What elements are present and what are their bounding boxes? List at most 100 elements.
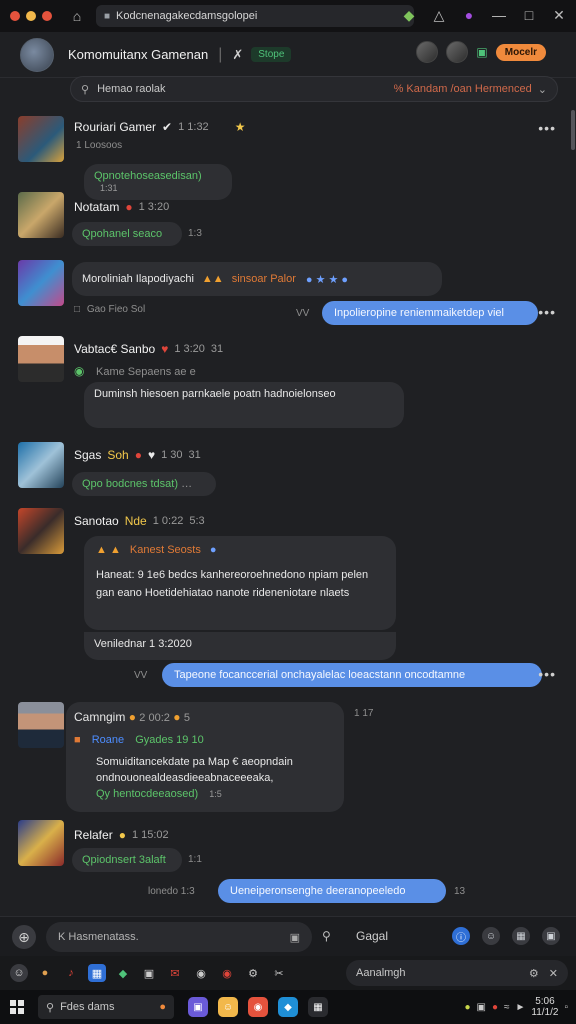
- search-bar[interactable]: ⚲ Hemao raolak % Kandam /oan Hermenced ⌄: [70, 76, 558, 102]
- close-icon[interactable]: ✕: [549, 967, 558, 980]
- message-bubble[interactable]: Qpohanel seaco: [72, 222, 182, 246]
- scrollbar[interactable]: [571, 110, 575, 150]
- cookie-icon[interactable]: ●: [36, 964, 54, 982]
- maximize-dot[interactable]: [42, 11, 52, 21]
- avatar[interactable]: [18, 820, 64, 866]
- profile-icon[interactable]: ●: [458, 4, 480, 26]
- star-icon: ★: [234, 120, 246, 134]
- shield-icon[interactable]: △: [428, 4, 450, 26]
- camera-icon[interactable]: ▣: [140, 964, 158, 982]
- message-input-placeholder: K Hasmenatass.: [58, 931, 139, 943]
- message-bubble[interactable]: Camngim ● 2 00:2 ● 5 ■ Roane Gyades 19 1…: [66, 702, 344, 812]
- message-accent: sinsoar Palor: [231, 273, 296, 285]
- scissors-icon[interactable]: ✂: [270, 964, 288, 982]
- tool-search[interactable]: Aanalmgh ⚙ ✕: [346, 960, 568, 986]
- avatar[interactable]: [18, 260, 64, 306]
- message-bubble[interactable]: ▲ ▲ Kanest Seosts ● Haneat: 9 1e6 bedcs …: [84, 536, 396, 630]
- notification-icon[interactable]: ▫: [564, 1002, 568, 1013]
- app-icon[interactable]: ▣: [188, 997, 208, 1017]
- more-options-icon[interactable]: •••: [538, 666, 556, 682]
- clock[interactable]: 5:06 11/1/2: [531, 996, 558, 1018]
- sticker-icon[interactable]: ▣: [542, 927, 560, 945]
- avatar[interactable]: [18, 508, 64, 554]
- app-icon[interactable]: ◆: [278, 997, 298, 1017]
- outgoing-bubble[interactable]: Inpolieropine reniemmaiketdep viel: [322, 301, 538, 325]
- windows-start-icon[interactable]: [10, 1000, 24, 1014]
- avatar[interactable]: [18, 336, 64, 382]
- chevron-down-icon[interactable]: ⌄: [538, 83, 547, 96]
- emoji-icon: ●: [173, 710, 181, 724]
- calendar-icon[interactable]: ▦: [88, 964, 106, 982]
- avatar[interactable]: [18, 192, 64, 238]
- minimize-dot[interactable]: [26, 11, 36, 21]
- search-icon[interactable]: ⚲: [322, 929, 331, 943]
- message-bubble[interactable]: Duminsh hiesoen parnkaele poatn hadnoiel…: [84, 382, 404, 428]
- record-icon[interactable]: ◉: [218, 964, 236, 982]
- message-bubble[interactable]: Qpo bodcnes tdsat) …: [72, 472, 216, 496]
- author-name[interactable]: Relafer: [74, 828, 113, 842]
- status-icon[interactable]: ▣: [476, 45, 487, 59]
- author-name[interactable]: Vabtac€ Sanbo: [74, 342, 155, 356]
- close-icon[interactable]: ✕: [548, 4, 570, 26]
- taskbar-search[interactable]: ⚲ Fdes dams ●: [38, 995, 174, 1019]
- url-bar[interactable]: ■ Kodcnenagakecdamsgolopei: [96, 5, 414, 27]
- attach-button[interactable]: ⊕: [12, 925, 36, 949]
- leaf-icon[interactable]: ◆: [114, 964, 132, 982]
- badge-icon: ●: [134, 448, 142, 462]
- game-icon[interactable]: ◉: [192, 964, 210, 982]
- author-name[interactable]: Notatam: [74, 200, 119, 214]
- message-input[interactable]: K Hasmenatass. ▣: [46, 922, 312, 952]
- member-avatar[interactable]: [416, 41, 439, 63]
- emoji-icon[interactable]: ☺: [482, 927, 500, 945]
- close-dot[interactable]: [10, 11, 20, 21]
- app-icon[interactable]: ☺: [218, 997, 238, 1017]
- outgoing-bubble[interactable]: Ueneiperonsenghe deeranopeeledo: [218, 879, 446, 903]
- app-icon[interactable]: ▦: [308, 997, 328, 1017]
- search-filter[interactable]: % Kandam /oan Hermenced: [394, 83, 532, 95]
- send-button[interactable]: Gagal: [356, 929, 388, 943]
- wifi-icon[interactable]: ≈: [504, 1002, 510, 1013]
- channel-tag[interactable]: Stope: [251, 47, 292, 62]
- minimize-icon[interactable]: —: [488, 4, 510, 26]
- maximize-icon[interactable]: □: [518, 4, 540, 26]
- outgoing-text: Ueneiperonsenghe deeranopeeledo: [230, 885, 406, 897]
- more-options-icon[interactable]: •••: [538, 120, 556, 136]
- message-bubble[interactable]: Qpiodnsert 3alaft: [72, 848, 182, 872]
- home-icon[interactable]: ⌂: [66, 5, 88, 27]
- search-input[interactable]: Hemao raolak: [97, 83, 165, 95]
- author-name[interactable]: Camngim: [74, 710, 125, 724]
- message-header: Camngim ● 2 00:2 ● 5: [74, 710, 336, 724]
- message-bubble[interactable]: Moroliniah Ilapodiyachi ▲▲ sinsoar Palor…: [72, 262, 442, 296]
- avatar[interactable]: [18, 116, 64, 162]
- app-icon[interactable]: ●: [464, 1002, 470, 1013]
- settings-icon[interactable]: ⚙: [529, 967, 539, 980]
- author-name[interactable]: Rouriari Gamer: [74, 120, 156, 134]
- author-name[interactable]: Sanotao: [74, 514, 119, 528]
- message-time: 1:3: [188, 228, 202, 239]
- member-avatar[interactable]: [446, 41, 469, 63]
- emoji-icon[interactable]: ☺: [10, 964, 28, 982]
- status-icon: ◉: [74, 364, 85, 378]
- checkbox-icon[interactable]: □: [74, 304, 80, 315]
- chat-icon[interactable]: ▣: [476, 1002, 485, 1013]
- mail-icon[interactable]: ✉: [166, 964, 184, 982]
- volume-icon[interactable]: ►: [515, 1002, 525, 1013]
- gif-icon[interactable]: ▦: [512, 927, 530, 945]
- info-icon[interactable]: ⓘ: [452, 927, 470, 945]
- header-badge[interactable]: Mocelr: [495, 43, 546, 61]
- avatar[interactable]: [18, 702, 64, 748]
- extension-icon[interactable]: ◆: [398, 4, 420, 26]
- tools-icon[interactable]: ✗: [232, 47, 243, 63]
- outgoing-bubble[interactable]: Tapeone focanccerial onchayalelac loeacs…: [162, 663, 542, 687]
- message-bubble[interactable]: Qpnotehoseasedisan) 1:31: [84, 164, 232, 200]
- timestamp: 1 0:22: [152, 515, 184, 527]
- app-icon[interactable]: ◉: [248, 997, 268, 1017]
- more-options-icon[interactable]: •••: [538, 304, 556, 320]
- music-icon[interactable]: ♪: [62, 964, 80, 982]
- location-icon[interactable]: ●: [492, 1002, 498, 1013]
- author-name[interactable]: Sgas: [74, 448, 101, 462]
- message-text: Duminsh hiesoen parnkaele poatn hadnoiel…: [94, 388, 336, 400]
- settings-icon[interactable]: ⚙: [244, 964, 262, 982]
- channel-logo[interactable]: [20, 37, 54, 72]
- avatar[interactable]: [18, 442, 64, 488]
